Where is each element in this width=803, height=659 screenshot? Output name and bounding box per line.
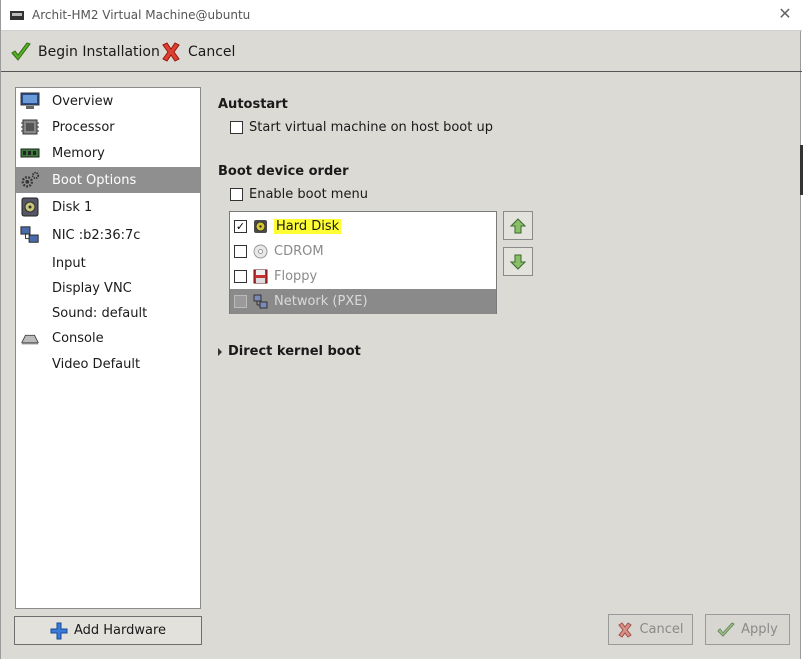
apply-check-icon — [717, 621, 735, 637]
boot-label-network: Network (PXE) — [274, 294, 368, 309]
autostart-checkbox-row[interactable]: Start virtual machine on host boot up — [230, 120, 493, 135]
sidebar-item-memory[interactable]: Memory — [16, 140, 200, 166]
checkmark-icon — [11, 42, 31, 61]
sidebar-label-disk-1: Disk 1 — [52, 199, 93, 215]
move-down-button[interactable] — [503, 247, 533, 276]
plus-icon — [50, 622, 68, 639]
boot-checkbox-floppy[interactable] — [234, 270, 247, 283]
window-title: Archit-HM2 Virtual Machine@ubuntu — [32, 8, 251, 22]
enable-boot-menu-row[interactable]: Enable boot menu — [230, 187, 368, 202]
network-pxe-icon — [253, 294, 268, 309]
monitor-icon — [20, 92, 40, 110]
direct-kernel-boot-expander[interactable]: Direct kernel boot — [218, 344, 361, 359]
sidebar-item-overview[interactable]: Overview — [16, 88, 200, 114]
title-bar: Archit-HM2 Virtual Machine@ubuntu ✕ — [1, 0, 802, 31]
memory-icon — [20, 144, 40, 162]
sidebar-item-sound[interactable]: Sound: default — [16, 300, 200, 326]
arrow-down-icon — [509, 254, 527, 270]
boot-checkbox-hard-disk[interactable]: ✓ — [234, 220, 247, 233]
sidebar-label-display-vnc: Display VNC — [52, 280, 132, 296]
add-hardware-label: Add Hardware — [73, 623, 167, 638]
move-up-button[interactable] — [503, 211, 533, 240]
boot-checkbox-cdrom[interactable] — [234, 245, 247, 258]
console-icon — [20, 329, 40, 347]
autostart-checkbox[interactable] — [230, 121, 243, 134]
cancel-x-icon — [162, 42, 180, 62]
hardware-list: Overview Processor Memory Boot Options D… — [15, 87, 201, 609]
disk-icon — [20, 197, 40, 217]
direct-kernel-boot-label: Direct kernel boot — [228, 344, 361, 359]
toolbar-cancel-label: Cancel — [188, 44, 236, 60]
cancel-x-icon — [618, 621, 633, 638]
sidebar-label-nic: NIC :b2:36:7c — [52, 227, 141, 243]
sidebar-item-processor[interactable]: Processor — [16, 114, 200, 140]
boot-item-floppy[interactable]: Floppy — [230, 264, 496, 289]
sidebar-label-overview: Overview — [52, 93, 114, 109]
sidebar-label-console: Console — [52, 330, 104, 346]
boot-item-hard-disk[interactable]: ✓ Hard Disk — [230, 214, 496, 239]
sidebar-item-display-vnc[interactable]: Display VNC — [16, 275, 200, 301]
network-icon — [20, 226, 40, 244]
expander-arrow-icon — [218, 347, 222, 356]
boot-checkbox-network[interactable] — [234, 295, 247, 308]
sidebar-item-input[interactable]: Input — [16, 250, 200, 276]
add-hardware-button[interactable]: Add Hardware — [14, 616, 202, 645]
boot-item-cdrom[interactable]: CDROM — [230, 239, 496, 264]
arrow-up-icon — [509, 217, 527, 233]
enable-boot-menu-checkbox[interactable] — [230, 188, 243, 201]
cdrom-icon — [253, 244, 268, 259]
autostart-title: Autostart — [218, 97, 288, 112]
hard-disk-icon — [253, 219, 268, 234]
sidebar-item-nic[interactable]: NIC :b2:36:7c — [16, 222, 200, 248]
sidebar-label-input: Input — [52, 255, 86, 271]
gears-icon — [20, 171, 40, 189]
sidebar-label-boot-options: Boot Options — [52, 172, 137, 188]
cancel-label: Cancel — [639, 622, 684, 637]
toolbar: Begin Installation Cancel — [1, 32, 802, 72]
sidebar-label-processor: Processor — [52, 119, 115, 135]
sidebar-label-memory: Memory — [52, 145, 105, 161]
sidebar-item-disk-1[interactable]: Disk 1 — [16, 194, 200, 220]
sidebar-label-sound: Sound: default — [52, 305, 148, 321]
boot-label-cdrom: CDROM — [274, 244, 324, 259]
apply-button[interactable]: Apply — [705, 614, 790, 645]
sidebar-label-video: Video Default — [52, 356, 141, 372]
enable-boot-menu-label: Enable boot menu — [249, 187, 368, 202]
close-icon[interactable]: ✕ — [776, 5, 794, 23]
sidebar-item-boot-options[interactable]: Boot Options — [16, 167, 200, 193]
sidebar-item-video[interactable]: Video Default — [16, 351, 200, 377]
app-icon — [10, 11, 24, 20]
boot-label-hard-disk: Hard Disk — [274, 219, 342, 234]
vm-details-window: Archit-HM2 Virtual Machine@ubuntu ✕ Begi… — [0, 0, 802, 659]
toolbar-cancel-button[interactable]: Cancel — [160, 38, 235, 66]
cancel-button[interactable]: Cancel — [608, 614, 693, 645]
boot-device-list: ✓ Hard Disk CDROM Floppy Network (PXE) — [229, 211, 497, 314]
boot-label-floppy: Floppy — [274, 269, 318, 284]
floppy-icon — [253, 269, 268, 284]
autostart-checkbox-label: Start virtual machine on host boot up — [249, 120, 493, 135]
apply-label: Apply — [741, 622, 778, 637]
begin-installation-label: Begin Installation — [38, 44, 160, 60]
boot-item-network[interactable]: Network (PXE) — [230, 289, 496, 314]
boot-order-title: Boot device order — [218, 164, 349, 179]
cpu-icon — [20, 118, 40, 136]
sidebar-item-console[interactable]: Console — [16, 325, 200, 351]
begin-installation-button[interactable]: Begin Installation — [10, 38, 160, 66]
